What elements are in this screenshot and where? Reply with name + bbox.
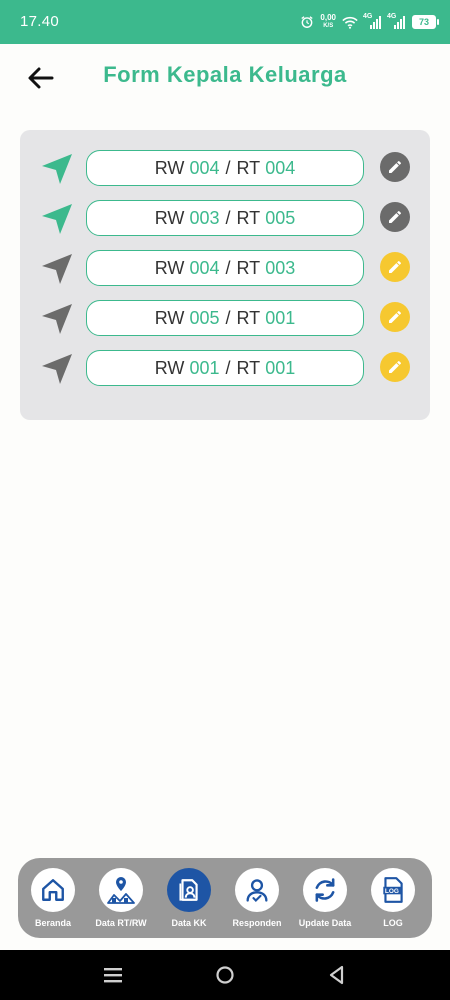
rw-label: RW bbox=[154, 157, 185, 178]
nav-label: Data KK bbox=[171, 918, 207, 928]
signal-2-icon: 4G bbox=[387, 13, 406, 29]
rt-label: RT bbox=[236, 357, 261, 378]
pencil-icon bbox=[389, 261, 401, 273]
edit-button[interactable] bbox=[380, 202, 410, 232]
send-icon bbox=[42, 354, 72, 384]
nav-label: Responden bbox=[232, 918, 282, 928]
separator: / bbox=[225, 257, 231, 278]
back-button-icon[interactable] bbox=[326, 964, 348, 986]
pencil-icon bbox=[389, 311, 401, 323]
edit-button[interactable] bbox=[380, 152, 410, 182]
nav-item-responden[interactable]: Responden bbox=[224, 868, 290, 934]
rw-label: RW bbox=[154, 257, 185, 278]
pencil-icon bbox=[389, 161, 401, 173]
edit-button[interactable] bbox=[380, 252, 410, 282]
recent-apps-icon[interactable] bbox=[102, 964, 124, 986]
separator: / bbox=[225, 307, 231, 328]
map-houses-icon bbox=[99, 868, 143, 912]
rw-number: 005 bbox=[189, 307, 220, 328]
page-title: Form Kepala Keluarga bbox=[103, 62, 347, 87]
list-item: RW 004/RT 003 bbox=[20, 250, 430, 288]
nav-item-data-kk[interactable]: Data KK bbox=[156, 868, 222, 934]
send-icon bbox=[42, 204, 72, 234]
list-item: RW 003/RT 005 bbox=[20, 200, 430, 238]
nav-label: Update Data bbox=[298, 918, 352, 928]
edit-button[interactable] bbox=[380, 352, 410, 382]
rt-label: RT bbox=[236, 207, 261, 228]
nav-item-update-data[interactable]: Update Data bbox=[292, 868, 358, 934]
separator: / bbox=[225, 357, 231, 378]
list-item: RW 001/RT 001 bbox=[20, 350, 430, 388]
rt-number: 003 bbox=[265, 257, 296, 278]
nav-item-data-rt-rw[interactable]: Data RT/RW bbox=[88, 868, 154, 934]
status-icons: 0,00 K/S 4G 4G 73 bbox=[300, 11, 439, 33]
rt-label: RT bbox=[236, 157, 261, 178]
rw-number: 004 bbox=[189, 157, 220, 178]
nav-label: Data RT/RW bbox=[95, 918, 147, 928]
home-button-icon[interactable] bbox=[214, 964, 236, 986]
separator: / bbox=[225, 157, 231, 178]
rw-label: RW bbox=[154, 207, 185, 228]
rt-label: RT bbox=[236, 257, 261, 278]
log-file-icon: LOG bbox=[371, 868, 415, 912]
rt-number: 004 bbox=[265, 157, 296, 178]
nav-label: Beranda bbox=[34, 918, 71, 928]
rw-rt-button[interactable]: RW 005/RT 001 bbox=[86, 300, 364, 336]
system-nav-bar bbox=[0, 950, 450, 1000]
rt-label: RT bbox=[236, 307, 261, 328]
list-item: RW 005/RT 001 bbox=[20, 300, 430, 338]
rt-number: 001 bbox=[265, 307, 296, 328]
list-item: RW 004/RT 004 bbox=[20, 150, 430, 188]
rw-number: 003 bbox=[189, 207, 220, 228]
battery-icon: 73 bbox=[412, 15, 439, 29]
pencil-icon bbox=[389, 211, 401, 223]
pencil-icon bbox=[389, 361, 401, 373]
rw-rt-button[interactable]: RW 001/RT 001 bbox=[86, 350, 364, 386]
rt-number: 005 bbox=[265, 207, 296, 228]
rw-number: 001 bbox=[189, 357, 220, 378]
edit-button[interactable] bbox=[380, 302, 410, 332]
rw-rt-button[interactable]: RW 003/RT 005 bbox=[86, 200, 364, 236]
family-card-icon bbox=[167, 868, 211, 912]
sync-icon bbox=[303, 868, 347, 912]
signal-1-icon: 4G bbox=[363, 13, 382, 29]
rw-label: RW bbox=[154, 357, 185, 378]
send-icon bbox=[42, 154, 72, 184]
rw-rt-button[interactable]: RW 004/RT 004 bbox=[86, 150, 364, 186]
svg-text:LOG: LOG bbox=[385, 888, 399, 895]
separator: / bbox=[225, 207, 231, 228]
nav-item-log[interactable]: LOG LOG bbox=[360, 868, 426, 934]
send-icon bbox=[42, 304, 72, 334]
alarm-icon bbox=[301, 16, 314, 28]
rw-rt-button[interactable]: RW 004/RT 003 bbox=[86, 250, 364, 286]
user-check-icon bbox=[235, 868, 279, 912]
rw-number: 004 bbox=[189, 257, 220, 278]
status-bar: 17.40 0,00 K/S 4G 4G 73 bbox=[0, 0, 450, 44]
send-icon bbox=[42, 254, 72, 284]
wifi-icon bbox=[342, 16, 358, 29]
bottom-nav: Beranda Data RT/RW Data KK Responden Update … bbox=[18, 858, 432, 938]
nav-item-beranda[interactable]: Beranda bbox=[20, 868, 86, 934]
rt-number: 001 bbox=[265, 357, 296, 378]
status-time: 17.40 bbox=[20, 13, 60, 30]
network-speed: 0,00 K/S bbox=[320, 13, 336, 30]
home-icon bbox=[31, 868, 75, 912]
rw-label: RW bbox=[154, 307, 185, 328]
nav-label: LOG bbox=[383, 918, 403, 928]
rw-rt-list: RW 004/RT 004 RW 003/RT 005 RW 004/RT 003 R… bbox=[20, 130, 430, 420]
